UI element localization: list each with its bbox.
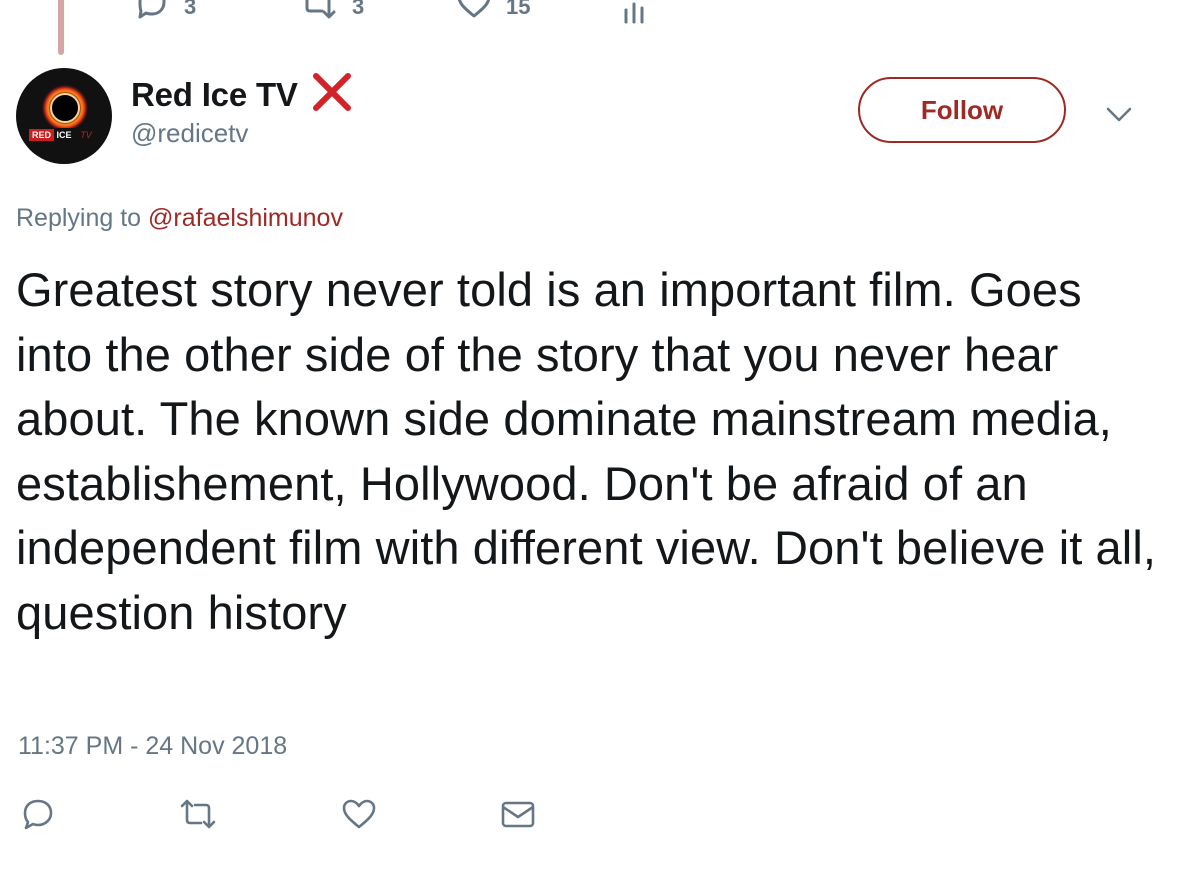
tweet-text: Greatest story never told is an importan… [16,263,1157,639]
avatar-logo-red: RED [32,130,52,140]
follow-button[interactable]: Follow [858,77,1066,143]
like-button[interactable] [340,796,378,832]
tweet-action-bar [0,796,700,836]
previous-reply-button[interactable]: 3 [134,0,196,20]
avatar[interactable]: RED ICE TV [16,68,112,164]
analytics-icon [622,0,646,26]
author-handle[interactable]: @redicetv [131,118,248,149]
direct-message-button[interactable] [500,796,536,832]
previous-retweet-count: 3 [352,0,365,19]
previous-analytics-button[interactable] [622,0,646,26]
replying-to-line: Replying to @rafaelshimunov [16,204,343,233]
reply-icon [134,0,170,20]
reply-icon [20,796,56,832]
previous-retweet-button[interactable]: 3 [298,0,364,20]
chevron-down-icon [1104,107,1134,128]
reply-button[interactable] [20,796,56,832]
previous-reply-count: 3 [184,0,197,19]
replying-prefix: Replying to [16,204,149,232]
retweet-button[interactable] [178,796,218,832]
previous-like-count: 15 [506,0,531,19]
more-options-button[interactable] [1104,104,1134,129]
author-display-name[interactable]: Red Ice TV [131,76,298,114]
author-name-row: Red Ice TV [131,70,354,119]
replying-to-mention[interactable]: @rafaelshimunov [148,204,343,232]
heart-icon [456,0,492,20]
red-x-icon [310,70,354,119]
previous-tweet-actions: 3 3 15 [0,0,700,26]
previous-like-button[interactable]: 15 [456,0,530,20]
tweet-timestamp[interactable]: 11:37 PM - 24 Nov 2018 [18,732,287,761]
retweet-icon [298,0,338,20]
envelope-icon [500,796,536,832]
retweet-icon [178,796,218,832]
avatar-logo-ice: ICE [56,130,71,140]
heart-icon [340,796,378,832]
avatar-logo-tv: TV [80,130,92,140]
